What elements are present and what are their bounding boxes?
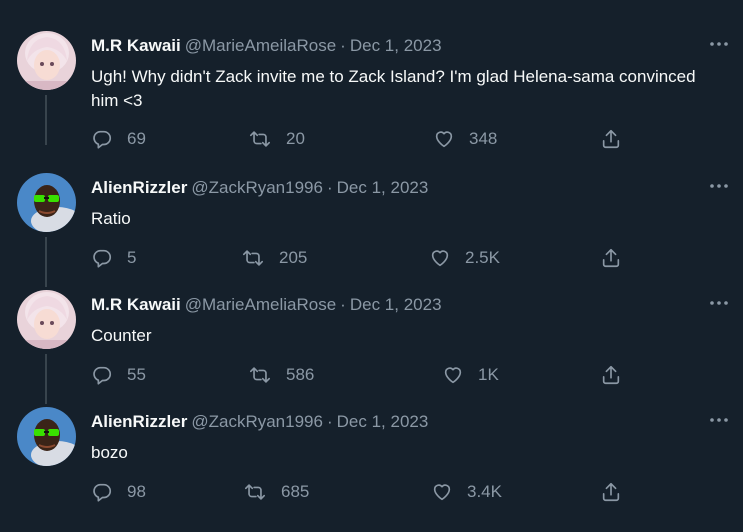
tweet-text: Ratio — [91, 209, 131, 228]
avatar-alien[interactable] — [17, 173, 76, 232]
reply-icon — [93, 483, 112, 502]
separator: · — [340, 295, 346, 314]
timestamp[interactable]: Dec 1, 2023 — [350, 295, 442, 314]
share-button[interactable] — [600, 363, 622, 387]
tweet-actions: 5 205 2.5K — [91, 246, 631, 270]
reply-count: 69 — [127, 129, 146, 148]
retweet-icon — [250, 367, 270, 383]
like-button[interactable]: 348 — [433, 127, 497, 151]
tweet[interactable]: AlienRizzler @ZackRyan1996 · Dec 1, 2023 Ra… — [0, 173, 743, 290]
more-icon[interactable] — [708, 413, 732, 427]
heart-icon — [433, 484, 451, 501]
tweet-actions: 69 20 348 — [91, 127, 631, 151]
retweet-count: 685 — [281, 482, 310, 501]
username[interactable]: @MarieAmeliaRose — [185, 295, 336, 314]
more-icon[interactable] — [708, 296, 732, 310]
retweet-count: 586 — [286, 365, 315, 384]
retweet-button[interactable]: 20 — [248, 127, 305, 151]
separator: · — [326, 412, 333, 431]
avatar-alien[interactable] — [17, 407, 76, 466]
tweet-text: bozo — [91, 443, 128, 462]
thread-connector — [45, 354, 47, 404]
reply-button[interactable]: 5 — [91, 246, 136, 270]
timestamp[interactable]: Dec 1, 2023 — [337, 412, 429, 431]
retweet-button[interactable]: 586 — [248, 363, 314, 387]
heart-icon — [444, 367, 462, 384]
reply-count: 5 — [127, 248, 137, 267]
like-count: 1K — [478, 365, 499, 384]
reply-button[interactable]: 55 — [91, 363, 146, 387]
display-name[interactable]: AlienRizzler — [91, 412, 187, 431]
retweet-button[interactable]: 205 — [241, 246, 307, 270]
tweet[interactable]: AlienRizzler @ZackRyan1996 · Dec 1, 2023 bo… — [0, 407, 743, 524]
share-button[interactable] — [600, 246, 622, 270]
thread-connector — [45, 95, 47, 145]
tweet-text: Counter — [91, 326, 152, 345]
tweet-thread: M.R Kawaii @MarieAmeilaRose · Dec 1, 2023 U… — [0, 0, 743, 532]
share-button[interactable] — [600, 480, 622, 504]
share-icon — [602, 129, 620, 149]
display-name[interactable]: AlienRizzler — [91, 178, 187, 197]
reply-icon — [93, 366, 112, 385]
retweet-count: 205 — [279, 248, 308, 267]
more-icon[interactable] — [708, 179, 732, 193]
more-icon[interactable] — [708, 37, 732, 51]
display-name[interactable]: M.R Kawaii — [91, 36, 181, 55]
retweet-icon — [245, 484, 265, 500]
reply-count: 55 — [127, 365, 146, 384]
avatar-marie[interactable] — [17, 31, 76, 90]
tweet[interactable]: M.R Kawaii @MarieAmeliaRose · Dec 1, 2023 C… — [0, 290, 743, 407]
tweet-actions: 55 586 1K — [91, 363, 631, 387]
reply-button[interactable]: 98 — [91, 480, 146, 504]
separator: · — [326, 178, 333, 197]
thread-connector — [45, 237, 47, 287]
display-name[interactable]: M.R Kawaii — [91, 295, 181, 314]
like-button[interactable]: 1K — [442, 363, 499, 387]
reply-icon — [93, 249, 112, 268]
tweet-header: AlienRizzler @ZackRyan1996 · Dec 1, 2023 — [91, 178, 428, 198]
tweet-header: AlienRizzler @ZackRyan1996 · Dec 1, 2023 — [91, 412, 428, 432]
reply-icon — [93, 130, 112, 149]
heart-icon — [435, 131, 453, 148]
like-button[interactable]: 3.4K — [431, 480, 502, 504]
share-button[interactable] — [600, 127, 622, 151]
reply-button[interactable]: 69 — [91, 127, 146, 151]
avatar-marie[interactable] — [17, 290, 76, 349]
username[interactable]: @ZackRyan1996 — [191, 178, 323, 197]
like-count: 348 — [469, 129, 498, 148]
reply-count: 98 — [127, 482, 146, 501]
like-count: 3.4K — [467, 482, 502, 501]
tweet-text: Ugh! Why didn't Zack invite me to Zack I… — [91, 67, 696, 110]
retweet-icon — [243, 250, 263, 266]
username[interactable]: @MarieAmeilaRose — [185, 36, 336, 55]
like-count: 2.5K — [465, 248, 500, 267]
heart-icon — [431, 250, 449, 267]
share-icon — [602, 482, 620, 502]
tweet-header: M.R Kawaii @MarieAmeilaRose · Dec 1, 2023 — [91, 36, 442, 56]
share-icon — [602, 365, 620, 385]
retweet-icon — [250, 131, 270, 147]
retweet-count: 20 — [286, 129, 305, 148]
timestamp[interactable]: Dec 1, 2023 — [350, 36, 442, 55]
username[interactable]: @ZackRyan1996 — [191, 412, 323, 431]
retweet-button[interactable]: 685 — [243, 480, 309, 504]
tweet[interactable]: M.R Kawaii @MarieAmeilaRose · Dec 1, 2023 U… — [0, 31, 743, 151]
timestamp[interactable]: Dec 1, 2023 — [337, 178, 429, 197]
like-button[interactable]: 2.5K — [429, 246, 500, 270]
tweet-actions: 98 685 3.4K — [91, 480, 631, 504]
share-icon — [602, 248, 620, 268]
separator: · — [340, 36, 346, 55]
tweet-header: M.R Kawaii @MarieAmeliaRose · Dec 1, 2023 — [91, 295, 442, 315]
